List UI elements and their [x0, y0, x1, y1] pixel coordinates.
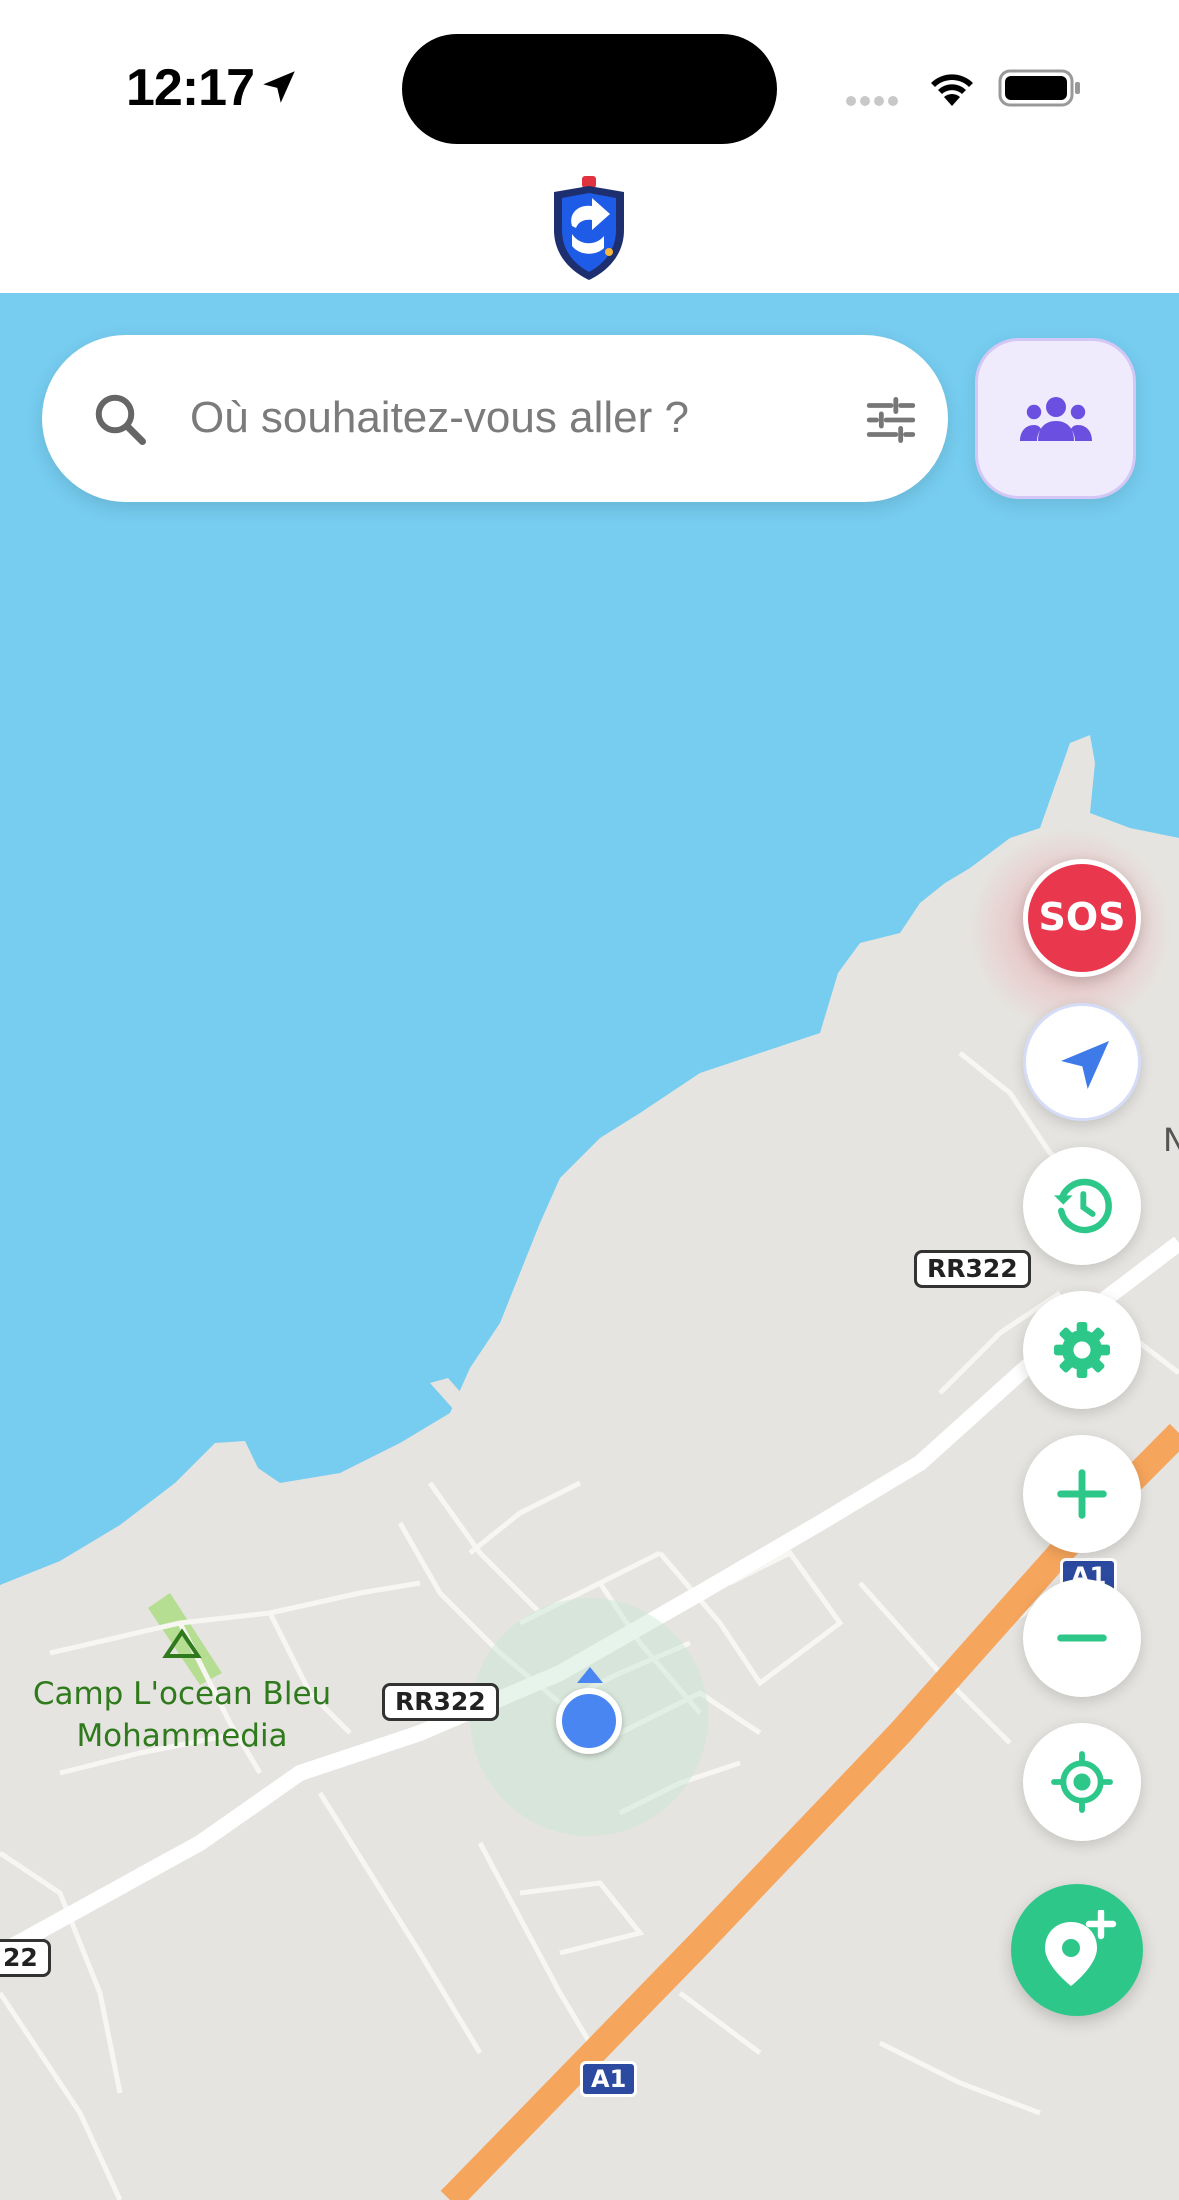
road-label-rr322: RR322 [914, 1250, 1031, 1288]
crosshair-icon [1051, 1751, 1113, 1813]
user-location-dot [556, 1688, 622, 1754]
add-location-icon [1045, 1910, 1117, 1986]
sos-button[interactable]: SOS [1023, 859, 1141, 977]
search-bar[interactable] [42, 335, 948, 502]
zoom-out-button[interactable] [1023, 1579, 1141, 1697]
campsite-icon [162, 1628, 202, 1658]
signal-icon [846, 96, 898, 106]
wifi-icon [931, 74, 973, 106]
road-label-rr322: RR322 [382, 1683, 499, 1721]
battery-icon [998, 69, 1080, 107]
add-place-button[interactable] [1011, 1884, 1143, 2016]
recenter-button[interactable] [1023, 1003, 1141, 1121]
status-time: 12:17 [126, 59, 255, 117]
road-label-rr322-edge: 22 [0, 1939, 51, 1977]
map-background [0, 735, 1179, 2200]
highway-label-a1: A1 [580, 2061, 638, 2097]
dynamic-island [402, 34, 777, 144]
plus-icon [1057, 1469, 1107, 1519]
gear-icon [1054, 1322, 1110, 1378]
history-button[interactable] [1023, 1147, 1141, 1265]
group-button[interactable] [975, 338, 1136, 499]
locate-me-button[interactable] [1023, 1723, 1141, 1841]
app-header [0, 160, 1179, 293]
map-edge-label: N [1163, 1121, 1179, 1159]
poi-name-line1: Camp L'ocean Bleu [32, 1676, 332, 1712]
group-icon [1020, 397, 1092, 441]
search-icon [95, 394, 146, 445]
minus-icon [1057, 1634, 1107, 1642]
navigation-arrow-icon [1061, 1041, 1109, 1089]
shield-arrow-logo [554, 176, 624, 280]
poi-label-camp[interactable]: Camp L'ocean Bleu Mohammedia [22, 1673, 342, 1757]
filter-icon[interactable] [862, 391, 920, 449]
location-arrow-icon [263, 71, 295, 103]
map-view[interactable]: RR322 RR322 22 A1 A1 Camp L'ocean Bleu M… [0, 293, 1179, 2200]
status-bar: 12:17 [0, 0, 1179, 160]
settings-button[interactable] [1023, 1291, 1141, 1409]
search-input[interactable] [190, 383, 790, 453]
zoom-in-button[interactable] [1023, 1435, 1141, 1553]
heading-indicator-icon [577, 1667, 603, 1683]
history-icon [1054, 1178, 1112, 1234]
poi-name-line2: Mohammedia [76, 1718, 288, 1754]
